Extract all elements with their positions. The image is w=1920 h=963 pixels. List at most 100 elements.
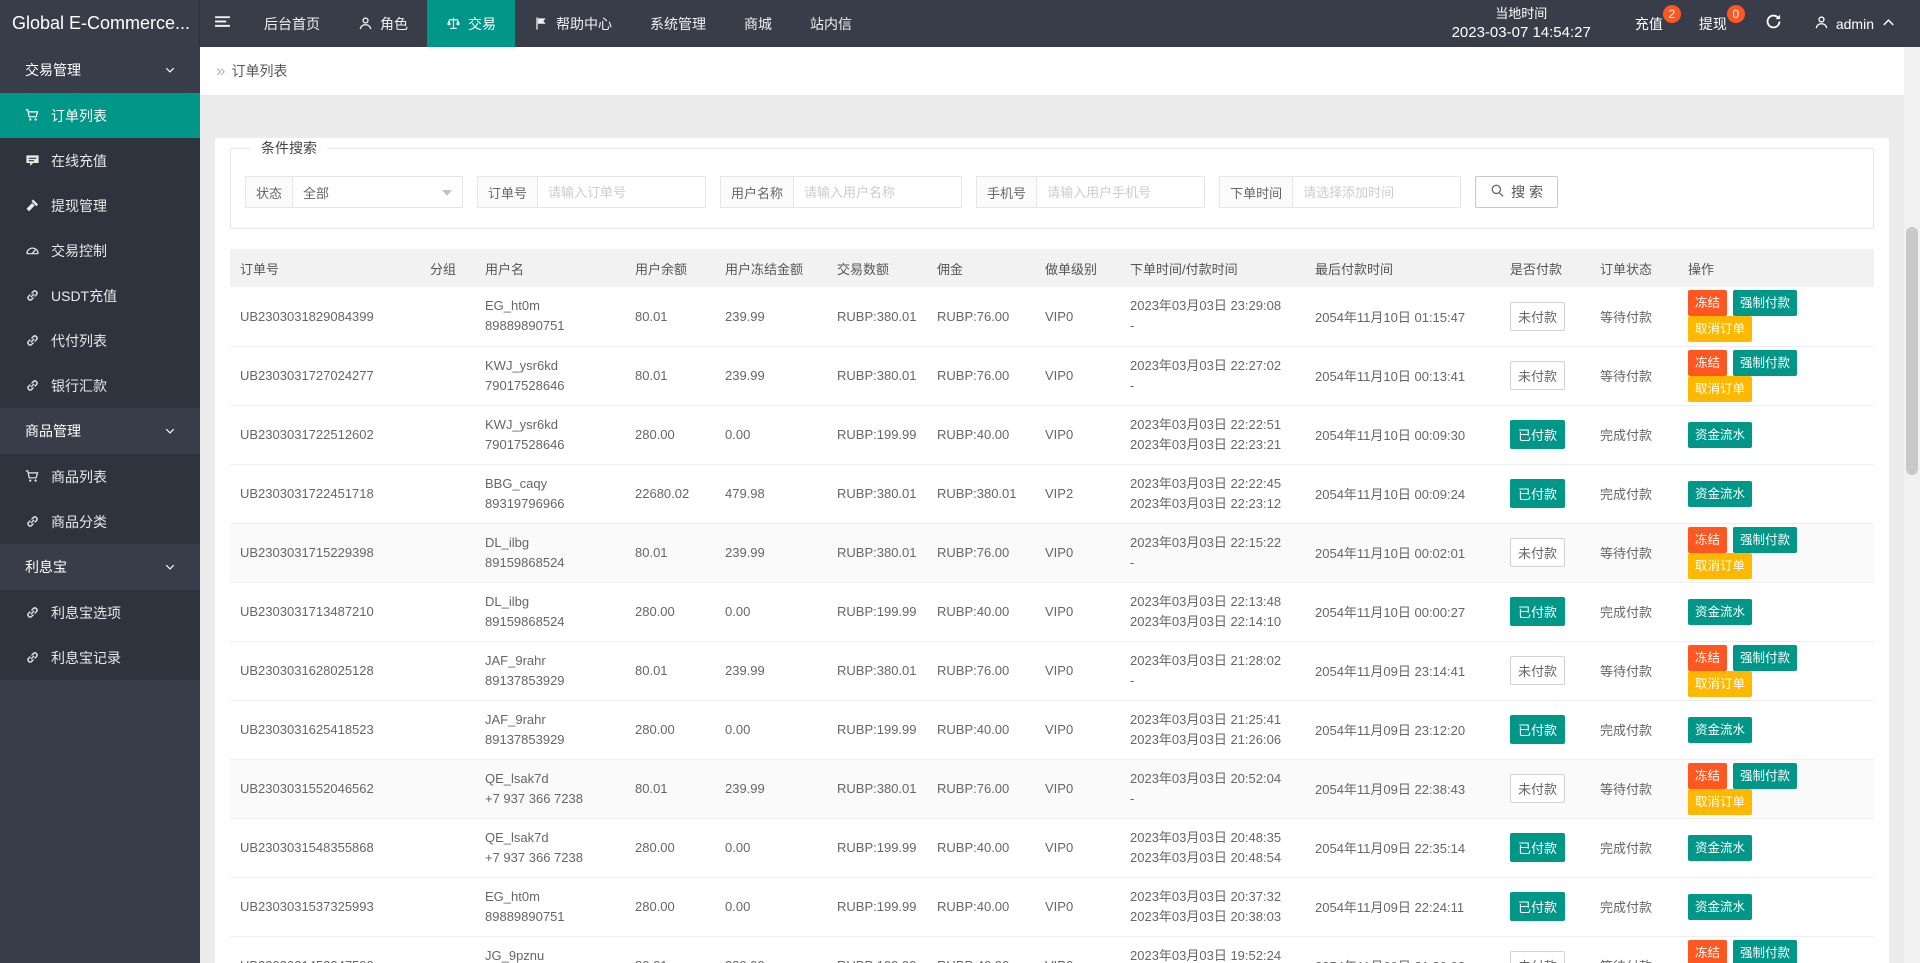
sidebar-item[interactable]: 代付列表 xyxy=(0,318,200,363)
order-list-card: 条件搜索 状态 全部 订单号用户名称手机号下单时间 搜 索 xyxy=(215,138,1889,963)
frozen-cell: 239.99 xyxy=(715,523,827,582)
action-button-warning[interactable]: 取消订单 xyxy=(1688,553,1752,579)
topnav-item[interactable]: 帮助中心 xyxy=(515,0,631,47)
group-cell xyxy=(420,818,475,877)
admin-menu[interactable]: admin xyxy=(1798,0,1920,47)
search-field-input[interactable] xyxy=(1037,176,1205,208)
sidebar-item-label: 商品列表 xyxy=(51,467,107,487)
action-button-danger[interactable]: 冻结 xyxy=(1688,290,1727,316)
action-button-warning[interactable]: 取消订单 xyxy=(1688,316,1752,342)
balance-cell: 80.01 xyxy=(625,346,715,405)
page-scrollbar[interactable] xyxy=(1904,47,1920,963)
column-header: 订单号 xyxy=(230,249,420,287)
comment-icon xyxy=(25,153,40,168)
balance-cell: 280.00 xyxy=(625,818,715,877)
search-button[interactable]: 搜 索 xyxy=(1475,176,1558,208)
balance-cell: 280.00 xyxy=(625,582,715,641)
sidebar-section-title[interactable]: 交易管理 xyxy=(0,47,200,93)
balance-cell: 80.01 xyxy=(625,287,715,346)
level-cell: VIP0 xyxy=(1035,523,1120,582)
action-button-danger[interactable]: 冻结 xyxy=(1688,350,1727,376)
amount-cell: RUBP:380.01 xyxy=(827,464,927,523)
topnav-item[interactable]: 后台首页 xyxy=(245,0,339,47)
action-button-primary[interactable]: 资金流水 xyxy=(1688,599,1752,625)
search-field-label: 订单号 xyxy=(477,176,538,208)
action-button-warning[interactable]: 取消订单 xyxy=(1688,376,1752,402)
order-time: 2023年03月03日 22:22:51 xyxy=(1130,415,1295,435)
sidebar-item[interactable]: 商品分类 xyxy=(0,499,200,544)
action-button-primary[interactable]: 强制付款 xyxy=(1733,645,1797,671)
balance-cell: 280.00 xyxy=(625,405,715,464)
sidebar-item[interactable]: 利息宝记录 xyxy=(0,635,200,680)
order-row: UB2303031713487210DL_ilbg89159868524280.… xyxy=(230,582,1874,641)
action-button-primary[interactable]: 强制付款 xyxy=(1733,527,1797,553)
search-field-label: 用户名称 xyxy=(720,176,794,208)
group-cell xyxy=(420,405,475,464)
action-button-danger[interactable]: 冻结 xyxy=(1688,645,1727,671)
topnav-item-label: 角色 xyxy=(380,14,408,34)
sidebar-item[interactable]: 商品列表 xyxy=(0,454,200,499)
refresh-icon xyxy=(1765,13,1782,35)
action-button-primary[interactable]: 资金流水 xyxy=(1688,835,1752,861)
frozen-cell: 239.99 xyxy=(715,641,827,700)
sidebar-item[interactable]: 利息宝选项 xyxy=(0,590,200,635)
status-select[interactable]: 全部 xyxy=(293,176,463,208)
username: DL_ilbg xyxy=(485,592,615,612)
action-button-warning[interactable]: 取消订单 xyxy=(1688,671,1752,697)
action-button-primary[interactable]: 资金流水 xyxy=(1688,717,1752,743)
topnav-item[interactable]: 交易 xyxy=(427,0,515,47)
level-cell: VIP0 xyxy=(1035,287,1120,346)
pay-state-badge: 未付款 xyxy=(1510,774,1565,803)
action-button-primary[interactable]: 强制付款 xyxy=(1733,940,1797,963)
sidebar-section-title[interactable]: 利息宝 xyxy=(0,544,200,590)
scrollbar-thumb[interactable] xyxy=(1906,227,1918,475)
commission-cell: RUBP:76.00 xyxy=(927,346,1035,405)
sidebar-item[interactable]: USDT充值 xyxy=(0,273,200,318)
sidebar-item[interactable]: 订单列表 xyxy=(0,93,200,138)
withdraw-button[interactable]: 提现 0 xyxy=(1685,0,1749,47)
action-button-primary[interactable]: 强制付款 xyxy=(1733,350,1797,376)
sidebar-item-label: 代付列表 xyxy=(51,331,107,351)
balance-cell: 80.01 xyxy=(625,936,715,963)
action-button-primary[interactable]: 强制付款 xyxy=(1733,763,1797,789)
action-button-primary[interactable]: 资金流水 xyxy=(1688,894,1752,920)
sidebar-item[interactable]: 交易控制 xyxy=(0,228,200,273)
topnav-item[interactable]: 站内信 xyxy=(791,0,871,47)
search-row: 状态 全部 订单号用户名称手机号下单时间 搜 索 xyxy=(245,176,1859,208)
order-time: 2023年03月03日 20:48:35 xyxy=(1130,828,1295,848)
action-button-primary[interactable]: 强制付款 xyxy=(1733,290,1797,316)
actions-cell: 资金流水 xyxy=(1678,877,1874,936)
topnav-item-label: 商城 xyxy=(744,14,772,34)
last-pay-time-cell: 2054年11月10日 00:09:24 xyxy=(1305,464,1500,523)
action-button-danger[interactable]: 冻结 xyxy=(1688,527,1727,553)
refresh-button[interactable] xyxy=(1749,0,1798,47)
recharge-button[interactable]: 充值 2 xyxy=(1621,0,1685,47)
order-time: 2023年03月03日 21:25:41 xyxy=(1130,710,1295,730)
action-button-primary[interactable]: 资金流水 xyxy=(1688,422,1752,448)
frozen-cell: 239.99 xyxy=(715,936,827,963)
topnav-item[interactable]: 角色 xyxy=(339,0,427,47)
sidebar-section-title[interactable]: 商品管理 xyxy=(0,408,200,454)
collapse-sidebar-button[interactable] xyxy=(200,0,245,47)
sidebar-item[interactable]: 提现管理 xyxy=(0,183,200,228)
action-button-danger[interactable]: 冻结 xyxy=(1688,940,1727,963)
actions-cell: 冻结强制付款取消订单 xyxy=(1678,759,1874,818)
order-id-cell: UB2303031625418523 xyxy=(230,700,420,759)
column-header: 佣金 xyxy=(927,249,1035,287)
sidebar-item[interactable]: 在线充值 xyxy=(0,138,200,183)
search-field-input[interactable] xyxy=(1293,176,1461,208)
topnav-item-label: 后台首页 xyxy=(264,14,320,34)
sidebar-item[interactable]: 银行汇款 xyxy=(0,363,200,408)
topnav-item[interactable]: 系统管理 xyxy=(631,0,725,47)
pay-state-badge: 未付款 xyxy=(1510,302,1565,331)
action-button-primary[interactable]: 资金流水 xyxy=(1688,481,1752,507)
action-button-warning[interactable]: 取消订单 xyxy=(1688,789,1752,815)
action-button-danger[interactable]: 冻结 xyxy=(1688,763,1727,789)
topnav-item[interactable]: 商城 xyxy=(725,0,791,47)
pay-state-cell: 未付款 xyxy=(1500,287,1590,346)
column-header: 用户名 xyxy=(475,249,625,287)
search-field-input[interactable] xyxy=(794,176,962,208)
frozen-cell: 0.00 xyxy=(715,700,827,759)
sidebar-section-label: 商品管理 xyxy=(25,423,81,439)
search-field-input[interactable] xyxy=(538,176,706,208)
